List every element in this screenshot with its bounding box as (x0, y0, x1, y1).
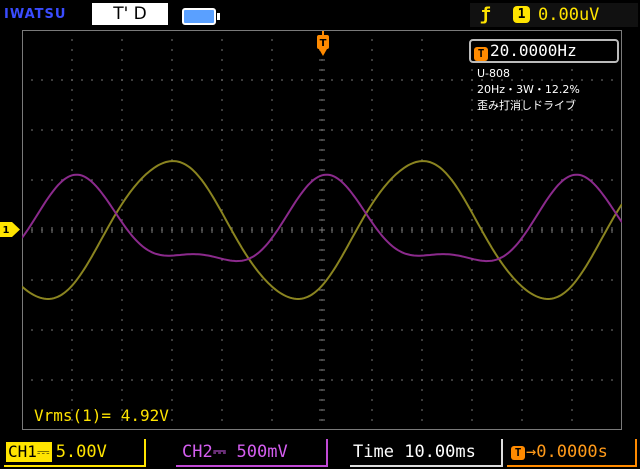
trigger-icon: T (511, 446, 525, 460)
trigger-icon: T (474, 47, 488, 61)
ch1-label: CH1⎓ (6, 442, 52, 462)
ch2-label: CH2⎓ (182, 442, 227, 462)
dc-coupling-icon: ⎓ (212, 442, 227, 462)
ch2-scale: 500mV (236, 442, 288, 462)
trigger-state-badge[interactable]: T' D (92, 3, 168, 25)
arrow-right-icon: → (526, 442, 537, 462)
ch1-ground-marker[interactable]: 1 (0, 222, 22, 237)
timebase-value: 10.00ms (404, 442, 476, 462)
vrms-measurement: Vrms(1)= 4.92V (34, 406, 169, 425)
timebase-label: Time (353, 442, 394, 462)
ch2-trace (22, 173, 622, 263)
battery-icon (182, 8, 220, 25)
dc-coupling-icon: ⎓ (36, 442, 50, 461)
note-line-2: 20Hz・3W・12.2% (477, 83, 580, 96)
ch1-scale: 5.00V (55, 442, 107, 462)
ch2-scale-button[interactable]: CH2⎓ 500mV (176, 439, 328, 467)
trigger-source-badge: 1 (513, 6, 530, 23)
trigger-level: 0.00uV (538, 5, 600, 25)
trigger-offset-button[interactable]: T →0.0000s (507, 439, 637, 467)
svg-text:1: 1 (3, 225, 10, 236)
svg-text:T: T (320, 38, 327, 49)
rising-edge-icon: ƒ (480, 4, 491, 25)
brand-logo: IWATSU (4, 7, 67, 22)
frequency-readout: T 20.0000Hz (469, 39, 619, 63)
trigger-offset-value: 0.0000s (536, 442, 608, 462)
trigger-position-marker[interactable]: T (316, 31, 330, 57)
timebase-button[interactable]: Time 10.00ms (350, 439, 503, 467)
ch1-scale-button[interactable]: CH1⎓ 5.00V (4, 439, 146, 467)
note-line-3: 歪み打消しドライブ (477, 99, 576, 112)
note-line-1: U-808 (477, 67, 511, 80)
